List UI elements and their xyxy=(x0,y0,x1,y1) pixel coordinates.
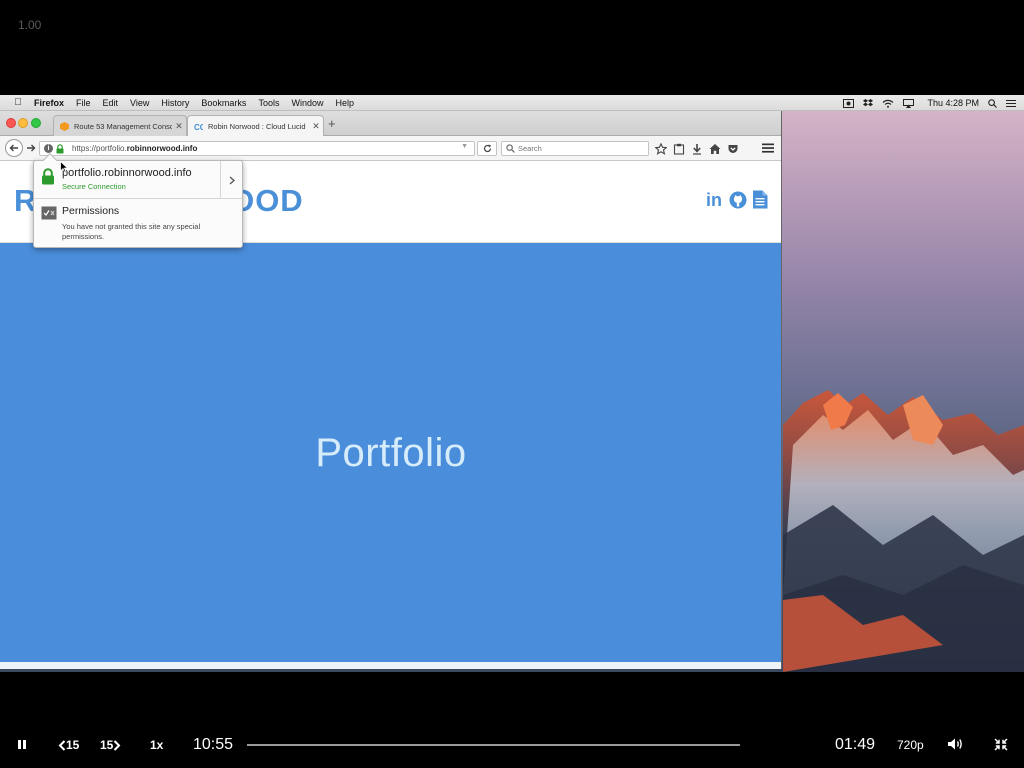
tab-route53[interactable]: Route 53 Management Conso ✕ xyxy=(53,115,187,136)
progress-bar[interactable] xyxy=(247,744,740,746)
rewind-chevron-icon xyxy=(58,739,66,751)
tab-label: Route 53 Management Conso xyxy=(74,121,172,131)
navigation-toolbar: i https://portfolio.robinnorwood.info ▼ xyxy=(0,136,781,161)
reload-button[interactable] xyxy=(477,141,497,156)
forward-label: 15 xyxy=(100,738,114,752)
hero-title: Portfolio xyxy=(315,431,467,475)
url-bar[interactable]: i https://portfolio.robinnorwood.info ▼ xyxy=(39,141,475,156)
quality-button[interactable]: 720p xyxy=(897,738,924,752)
menubar-clock[interactable]: Thu 4:28 PM xyxy=(927,98,979,108)
apple-menu-icon[interactable]:  xyxy=(11,97,25,108)
chevron-right-icon xyxy=(229,176,235,184)
toolbar-icons xyxy=(655,141,739,156)
pause-button[interactable] xyxy=(17,739,28,750)
tab-close-icon[interactable]: ✕ xyxy=(172,121,186,132)
cg-logo-icon: CG xyxy=(194,123,203,131)
video-controls: 15 15 1x 10:55 01:49 720p xyxy=(0,672,1024,768)
back-button[interactable] xyxy=(5,139,23,157)
remaining-time: 01:49 xyxy=(835,736,876,753)
url-prefix: https://portfolio. xyxy=(72,144,127,153)
macos-menu-bar:  Firefox File Edit View History Bookmar… xyxy=(0,95,1024,111)
forward-button[interactable] xyxy=(25,141,37,155)
social-links: in xyxy=(706,190,768,209)
popup-permissions-title: Permissions xyxy=(62,205,120,217)
menu-view[interactable]: View xyxy=(130,98,149,108)
back-arrow-icon xyxy=(9,144,18,152)
tab-label: Robin Norwood : Cloud Lucid xyxy=(208,121,306,131)
menu-edit[interactable]: Edit xyxy=(103,98,119,108)
popup-expand-button[interactable] xyxy=(220,161,242,199)
new-tab-button[interactable]: + xyxy=(328,117,336,130)
pocket-icon[interactable] xyxy=(727,143,739,155)
popup-permissions-description: You have not granted this site any speci… xyxy=(62,222,201,241)
downloads-icon[interactable] xyxy=(691,143,703,155)
rewind-label: 15 xyxy=(66,738,80,752)
wifi-icon[interactable] xyxy=(882,99,894,108)
menu-help[interactable]: Help xyxy=(335,98,354,108)
hamburger-menu-icon[interactable] xyxy=(762,143,774,153)
forward-15-button[interactable]: 15 xyxy=(100,738,121,752)
linkedin-icon[interactable]: in xyxy=(706,191,724,208)
forward-arrow-icon xyxy=(27,144,36,152)
permissions-icon xyxy=(41,206,57,220)
github-icon[interactable] xyxy=(729,191,747,209)
spotlight-search-icon[interactable] xyxy=(988,98,997,108)
dropbox-icon[interactable] xyxy=(863,98,874,108)
window-zoom-button[interactable] xyxy=(31,118,41,128)
screen-record-icon[interactable] xyxy=(843,98,855,108)
playback-speed-button[interactable]: 1x xyxy=(150,738,163,752)
notification-center-icon[interactable] xyxy=(1006,99,1016,108)
menu-window[interactable]: Window xyxy=(291,98,323,108)
home-icon[interactable] xyxy=(709,143,721,155)
video-player-frame: 1.00 Firefox File Edit View History Book… xyxy=(0,0,1024,768)
page-bottom-strip xyxy=(0,662,781,669)
menu-bookmarks[interactable]: Bookmarks xyxy=(201,98,246,108)
popup-secure-status: Secure Connection xyxy=(62,182,126,191)
hero-section: Portfolio xyxy=(0,243,781,662)
tab-robin-norwood[interactable]: CG Robin Norwood : Cloud Lucid ✕ xyxy=(187,115,324,136)
bookmark-star-icon[interactable] xyxy=(655,142,667,155)
document-icon[interactable] xyxy=(752,190,768,209)
secure-lock-icon xyxy=(42,168,54,185)
bookmarks-menu-icon[interactable] xyxy=(673,143,685,155)
menu-tools[interactable]: Tools xyxy=(258,98,279,108)
url-domain: robinnorwood.info xyxy=(126,144,198,153)
tab-close-icon[interactable]: ✕ xyxy=(309,121,323,132)
site-info-icon[interactable]: i xyxy=(44,144,53,153)
url-text[interactable]: https://portfolio.robinnorwood.info xyxy=(72,144,197,153)
elapsed-time: 10:55 xyxy=(193,736,234,753)
secure-lock-icon[interactable] xyxy=(56,144,64,154)
reload-icon xyxy=(483,144,491,153)
menu-firefox[interactable]: Firefox xyxy=(34,98,64,108)
mouse-cursor-icon xyxy=(60,161,68,173)
popup-host: portfolio.robinnorwood.info xyxy=(62,167,192,179)
window-close-button[interactable] xyxy=(6,118,16,128)
site-identity-popup: portfolio.robinnorwood.info Secure Conne… xyxy=(33,152,243,248)
tab-bar: Route 53 Management Conso ✕ CG Robin Nor… xyxy=(0,111,781,136)
rewind-15-button[interactable]: 15 xyxy=(58,738,79,752)
search-input[interactable] xyxy=(518,143,642,154)
svg-text:in: in xyxy=(706,191,722,208)
search-icon xyxy=(506,144,515,153)
volume-icon[interactable] xyxy=(948,738,964,750)
menu-history[interactable]: History xyxy=(161,98,189,108)
search-box[interactable] xyxy=(501,141,649,156)
url-history-dropdown-icon[interactable]: ▼ xyxy=(461,143,468,150)
exit-fullscreen-icon[interactable] xyxy=(994,738,1008,751)
airplay-icon[interactable] xyxy=(903,98,915,108)
svg-text:CG: CG xyxy=(194,123,203,131)
menu-file[interactable]: File xyxy=(76,98,91,108)
mountain-wallpaper-image xyxy=(783,390,1024,672)
aws-cube-icon xyxy=(60,121,69,131)
zoom-readout: 1.00 xyxy=(18,18,42,32)
forward-chevron-icon xyxy=(114,739,121,751)
window-minimize-button[interactable] xyxy=(18,118,28,128)
